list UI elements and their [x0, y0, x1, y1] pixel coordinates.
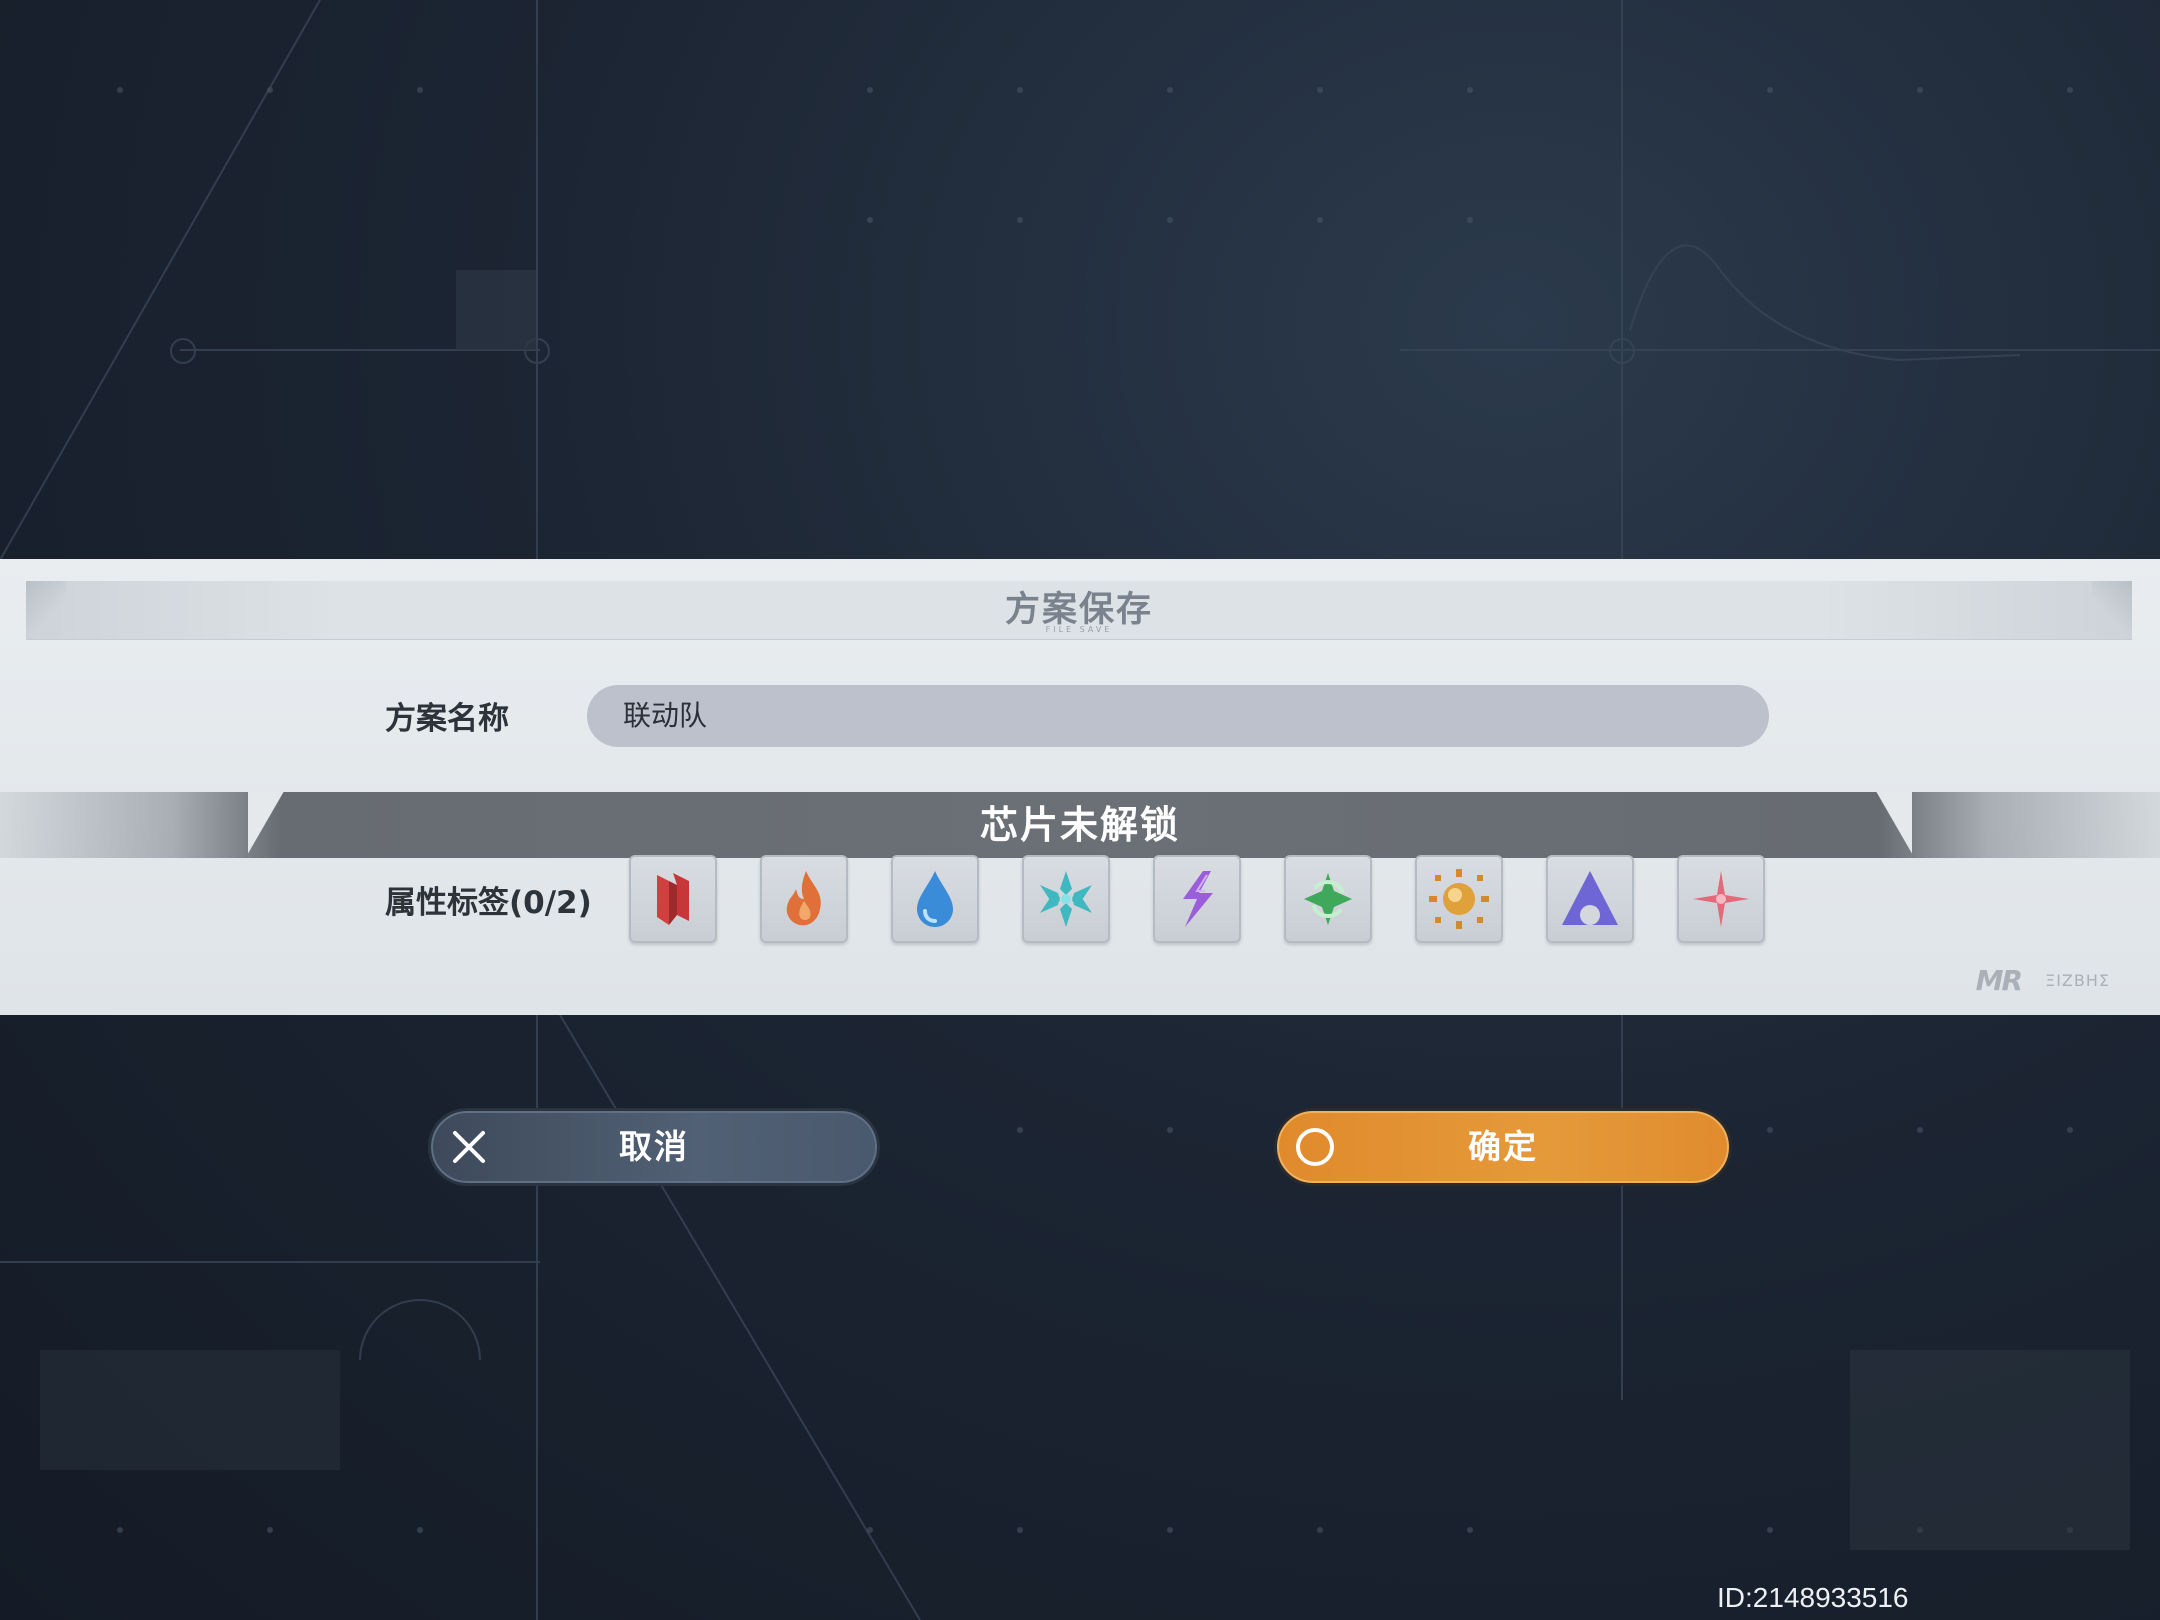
- plan-name-label: 方案名称: [385, 701, 509, 737]
- ice-icon: [1040, 871, 1092, 927]
- attribute-tag-light[interactable]: [1415, 855, 1503, 943]
- attribute-tag-electric[interactable]: [1153, 855, 1241, 943]
- plan-name-input[interactable]: 联动队: [587, 685, 1769, 747]
- user-id-label: ID:2148933516: [1717, 1582, 1909, 1613]
- brand-logos: MR ΞIZBHΣ: [1976, 963, 2110, 997]
- dark-icon: [1562, 871, 1618, 925]
- fire-icon: [786, 871, 821, 926]
- mr-logo: MR: [1975, 963, 2023, 997]
- attribute-tags-label: 属性标签(0/2): [385, 885, 592, 921]
- chip-locked-text: 芯片未解锁: [979, 803, 1180, 847]
- water-icon: [917, 871, 953, 927]
- secondary-logo: ΞIZBHΣ: [2045, 970, 2110, 990]
- physical-icon: [657, 873, 689, 925]
- chip-locked-banner: 芯片未解锁: [0, 792, 2160, 858]
- attribute-tag-fire[interactable]: [760, 855, 848, 943]
- wind-icon: [1304, 873, 1352, 925]
- cancel-button-label: 取消: [619, 1127, 689, 1166]
- attribute-tag-ice[interactable]: [1022, 855, 1110, 943]
- dialog-title-sub: FILE SAVE: [1045, 625, 1113, 634]
- save-plan-dialog: 方案保存 FILE SAVE 方案名称 联动队 芯片未解锁 属性标签(0/2): [0, 559, 2160, 1015]
- attribute-tag-dark[interactable]: [1546, 855, 1634, 943]
- cancel-button[interactable]: 取消: [428, 1108, 880, 1186]
- dialog-title-bar: 方案保存 FILE SAVE: [26, 581, 2132, 640]
- star-icon: [1693, 871, 1749, 927]
- light-icon: [1429, 869, 1489, 929]
- screen-root: 方案保存 FILE SAVE 方案名称 联动队 芯片未解锁 属性标签(0/2): [0, 0, 2160, 1620]
- confirm-button[interactable]: 确定: [1274, 1108, 1732, 1186]
- electric-icon: [1183, 871, 1213, 927]
- attribute-tag-physical[interactable]: [629, 855, 717, 943]
- attribute-tag-wind[interactable]: [1284, 855, 1372, 943]
- attribute-tag-water[interactable]: [891, 855, 979, 943]
- attribute-tag-star[interactable]: [1677, 855, 1765, 943]
- confirm-button-label: 确定: [1468, 1127, 1538, 1166]
